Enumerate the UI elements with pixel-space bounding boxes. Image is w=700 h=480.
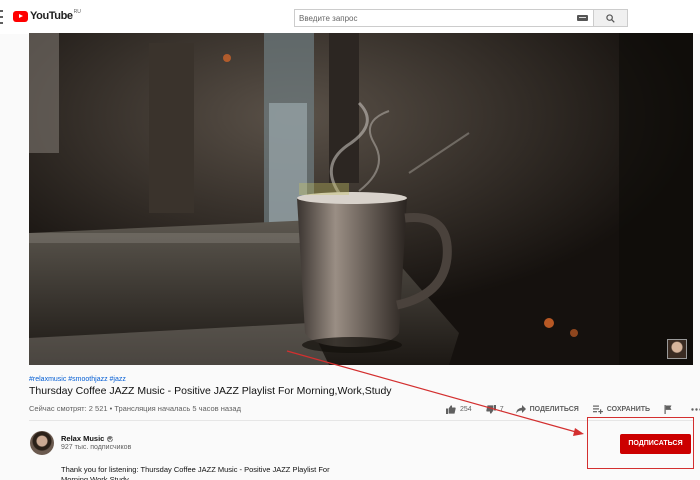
video-frame (29, 33, 693, 365)
hashtags[interactable]: #relaxmusic #smoothjazz #jazz (29, 376, 126, 383)
view-info: Сейчас смотрят: 2 521 • Трансляция начал… (29, 404, 241, 413)
save-button[interactable]: СОХРАНИТЬ (592, 405, 651, 414)
dislike-count: 7 (499, 405, 504, 413)
annotation-highlight-box (587, 417, 694, 469)
channel-watermark[interactable] (667, 339, 687, 359)
like-count: 254 (460, 405, 472, 413)
logo-text: YouTube (30, 10, 73, 22)
report-button[interactable] (664, 404, 677, 414)
logo-region: RU (73, 9, 81, 15)
channel-avatar[interactable] (30, 431, 54, 455)
action-bar: 254 7 ПОДЕЛИТЬСЯ СОХРАНИТЬ (446, 403, 700, 415)
top-bar: YouTube RU (0, 0, 700, 34)
dislike-icon (485, 404, 496, 414)
more-icon (691, 407, 700, 411)
flag-icon (664, 404, 672, 414)
like-icon (446, 404, 456, 414)
channel-name[interactable]: Relax Music (61, 434, 104, 443)
video-description: Thank you for listening: Thursday Coffee… (61, 465, 330, 480)
video-player[interactable] (29, 33, 693, 365)
like-button[interactable]: 254 (446, 404, 472, 414)
video-title: Thursday Coffee JAZZ Music - Positive JA… (29, 385, 392, 397)
share-label: ПОДЕЛИТЬСЯ (529, 405, 579, 413)
search-input[interactable] (295, 10, 565, 26)
share-icon (515, 404, 526, 413)
subscriber-count: 927 тыс. подписчиков (61, 444, 132, 451)
youtube-logo-icon (13, 10, 28, 22)
verified-icon (107, 435, 114, 442)
search-button[interactable] (594, 9, 628, 27)
menu-icon[interactable] (0, 10, 3, 24)
search-icon (606, 14, 615, 23)
save-playlist-icon (592, 405, 603, 414)
youtube-logo[interactable]: YouTube RU (13, 9, 81, 22)
keyboard-icon[interactable] (577, 15, 588, 21)
search-box (294, 9, 594, 27)
more-button[interactable] (691, 407, 700, 411)
save-label: СОХРАНИТЬ (606, 405, 651, 413)
youtube-watch-page: YouTube RU Введите запрос #relaxmusic #s… (0, 0, 700, 480)
share-button[interactable]: ПОДЕЛИТЬСЯ (515, 404, 579, 414)
channel-name-row[interactable]: Relax Music (61, 434, 114, 443)
dislike-button[interactable]: 7 (485, 404, 504, 414)
